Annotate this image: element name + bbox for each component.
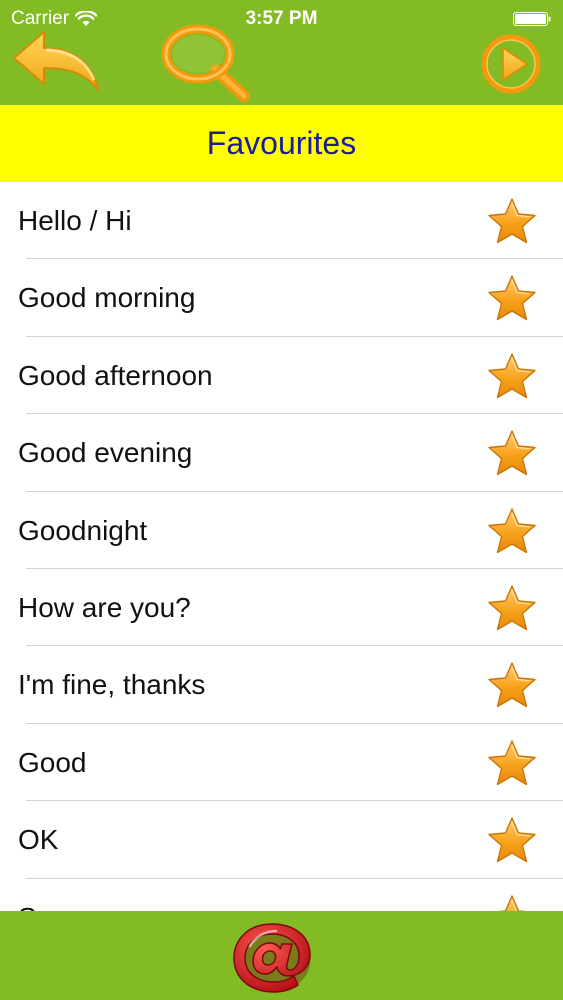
- list-item-label: OK: [18, 824, 59, 856]
- at-sign-icon[interactable]: [230, 918, 314, 996]
- list-item[interactable]: Good: [0, 724, 563, 802]
- list-item[interactable]: Good afternoon: [0, 337, 563, 415]
- top-bar: Carrier 3:57 PM: [0, 0, 563, 105]
- star-icon[interactable]: [486, 429, 538, 477]
- list-item[interactable]: So-so: [0, 879, 563, 911]
- star-icon[interactable]: [486, 584, 538, 632]
- list-item-label: I'm fine, thanks: [18, 669, 206, 701]
- list-item-label: How are you?: [18, 591, 191, 623]
- list-item-label: Good afternoon: [18, 359, 213, 391]
- star-icon[interactable]: [486, 661, 538, 709]
- back-arrow-icon[interactable]: [10, 28, 102, 98]
- star-icon[interactable]: [486, 816, 538, 864]
- battery-icon: [513, 12, 551, 26]
- bottom-toolbar: [0, 911, 563, 1000]
- title-bar: Favourites: [0, 105, 563, 182]
- star-icon[interactable]: [486, 197, 538, 245]
- list-item-label: Good: [18, 746, 87, 778]
- list-item[interactable]: Good evening: [0, 414, 563, 492]
- list-item-label: Good morning: [18, 282, 196, 314]
- list-item[interactable]: Goodnight: [0, 492, 563, 570]
- star-icon[interactable]: [486, 274, 538, 322]
- star-icon[interactable]: [486, 507, 538, 555]
- play-icon[interactable]: [480, 33, 542, 95]
- list-item[interactable]: OK: [0, 801, 563, 879]
- list-item[interactable]: Good morning: [0, 259, 563, 338]
- status-time: 3:57 PM: [245, 8, 318, 29]
- list-item-label: So-so: [18, 879, 91, 911]
- list-item-label: Hello / Hi: [18, 205, 132, 236]
- star-icon[interactable]: [486, 352, 538, 400]
- magnifier-icon[interactable]: [158, 24, 254, 104]
- star-icon[interactable]: [486, 894, 538, 911]
- favourites-list[interactable]: Hello / Hi Good morning Good afternoon G…: [0, 182, 563, 911]
- star-icon[interactable]: [486, 739, 538, 787]
- list-item[interactable]: Hello / Hi: [0, 182, 563, 260]
- list-item-label: Goodnight: [18, 514, 148, 546]
- list-item[interactable]: I'm fine, thanks: [0, 646, 563, 725]
- list-item-label: Good evening: [18, 437, 193, 469]
- list-item[interactable]: How are you?: [0, 569, 563, 647]
- page-title: Favourites: [206, 125, 357, 161]
